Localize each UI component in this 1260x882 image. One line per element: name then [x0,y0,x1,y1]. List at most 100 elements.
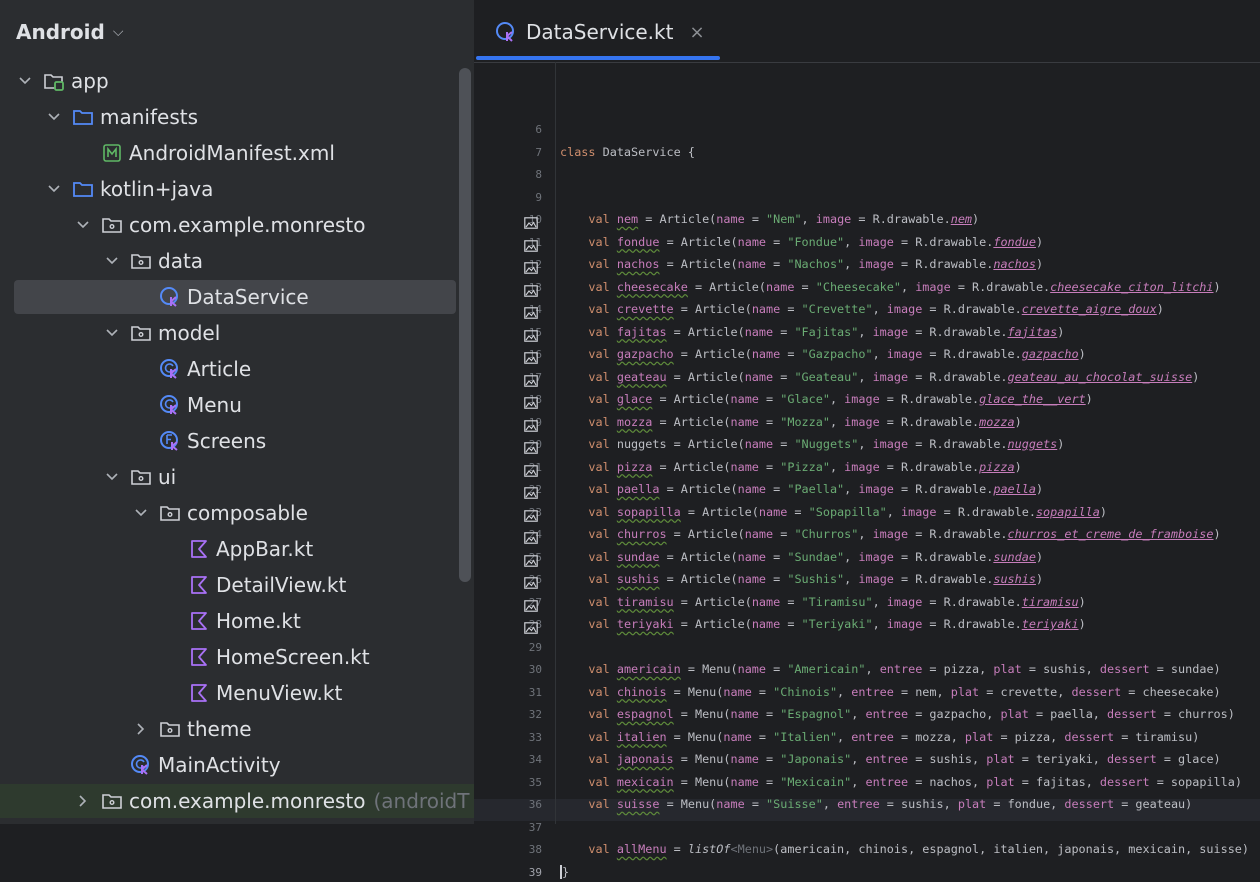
chevron-down-icon[interactable] [14,70,36,92]
code-line: val crevette = Article(name = "Crevette"… [588,302,1164,316]
tab-dataservice[interactable]: DataService.kt × [474,12,720,52]
code-line: val allMenu = listOf<Menu>(americain, ch… [588,842,1249,856]
project-view-title: Android [16,20,105,44]
code-line: val nem = Article(name = "Nem", image = … [588,212,980,226]
image-preview-icon[interactable] [524,462,538,477]
chevron-right-icon[interactable] [72,790,94,812]
image-preview-icon[interactable] [524,417,538,432]
kotlin-class-icon [158,357,182,381]
tree-item[interactable]: com.example.monresto (androidT [0,784,474,818]
kotlin-file-icon [187,681,211,705]
close-icon[interactable]: × [689,22,704,43]
tree-item[interactable]: Article [14,352,456,386]
kotlin-class-icon [158,393,182,417]
tree-item[interactable]: app [14,64,456,98]
chevron-down-icon[interactable] [43,178,65,200]
tree-item-label: Screens [187,429,267,453]
image-preview-icon[interactable] [524,349,538,364]
project-view-selector[interactable]: Android ⌵ [16,16,123,48]
line-number: 8 [535,168,542,181]
image-preview-icon[interactable] [524,372,538,387]
tree-item[interactable]: HomeScreen.kt [14,640,456,674]
line-number: 32 [528,708,542,721]
code-line: val suisse = Menu(name = "Suisse", entre… [588,797,1193,811]
image-preview-icon[interactable] [524,574,538,589]
tree-item[interactable]: model [14,316,456,350]
line-number: 34 [528,753,542,766]
tree-item[interactable]: MainActivity [14,748,456,782]
tree-item[interactable]: DataService [14,280,456,314]
image-preview-icon[interactable] [524,597,538,612]
tree-item[interactable]: Home.kt [14,604,456,638]
image-preview-icon[interactable] [524,507,538,522]
tree-item-label: HomeScreen.kt [216,645,370,669]
tree-item-label: app [71,69,109,93]
image-preview-icon[interactable] [524,439,538,454]
kotlin-file-icon [187,645,211,669]
chevron-down-icon[interactable] [101,466,123,488]
chevron-down-icon[interactable] [101,322,123,344]
package-icon [158,501,182,525]
tree-item[interactable]: theme [14,712,456,746]
code-line: val churros = Article(name = "Churros", … [588,527,1221,541]
tree-item[interactable]: com.example.monresto [14,208,456,242]
image-preview-icon[interactable] [524,237,538,252]
code-line: val glace = Article(name = "Glace", imag… [588,392,1093,406]
tree-item-label: Menu [187,393,242,417]
line-number: 39 [528,865,542,879]
tree-item[interactable]: manifests [14,100,456,134]
tree-item[interactable]: AppBar.kt [14,532,456,566]
tree-item-label: data [158,249,204,273]
tree-item-label: AppBar.kt [216,537,314,561]
tree-item[interactable]: data [14,244,456,278]
line-number: 29 [528,640,542,654]
line-number: 36 [528,798,542,811]
gutter-divider [555,62,556,824]
tree-item[interactable]: Screens [14,424,456,458]
tree-item[interactable]: AndroidManifest.xml [14,136,456,170]
tree-item[interactable]: composable [14,496,456,530]
chevron-down-icon[interactable] [101,250,123,272]
code-line: val gazpacho = Article(name = "Gazpacho"… [588,347,1086,361]
image-preview-icon[interactable] [524,327,538,342]
chevron-right-icon[interactable] [130,718,152,740]
kotlin-file-icon [187,537,211,561]
tree-item-label: manifests [100,105,198,129]
line-number: 30 [528,663,542,676]
code-line: val tiramisu = Article(name = "Tiramisu"… [588,594,1086,609]
image-preview-icon[interactable] [524,552,538,567]
code-editor: DataService.kt × 6 7 8 9 10 11 12 13 14 15 16 17 18 1… [474,0,1260,879]
tree-item[interactable]: kotlin+java [14,172,456,206]
chevron-down-icon[interactable] [72,214,94,236]
image-preview-icon[interactable] [524,619,538,634]
tree-item[interactable]: Menu [14,388,456,422]
package-icon [129,321,153,345]
chevron-down-icon[interactable] [43,106,65,128]
image-preview-icon[interactable] [524,529,538,544]
image-preview-icon[interactable] [524,304,538,319]
image-preview-icon[interactable] [524,394,538,409]
image-preview-icon[interactable] [524,282,538,297]
code-line: val nuggets = Article(name = "Nuggets", … [588,437,1065,451]
tree-item[interactable]: ui [14,460,456,494]
tree-item-label: composable [187,501,308,525]
image-preview-icon[interactable] [524,214,538,229]
project-panel: Android ⌵ app manifests AndroidManifest.xm… [0,0,474,824]
tree-item[interactable]: DetailView.kt [14,568,456,602]
tree-scrollbar[interactable] [459,68,471,582]
code-line: val americain = Menu(name = "Americain",… [588,662,1221,676]
tab-title: DataService.kt [526,20,674,44]
line-number: 35 [528,775,542,789]
chevron-down-icon[interactable] [130,502,152,524]
code-line: val pizza = Article(name = "Pizza", imag… [588,459,1022,474]
code-line: val nachos = Article(name = "Nachos", im… [588,257,1044,271]
code-line: val sushis = Article(name = "Sushis", im… [588,572,1044,586]
image-preview-icon[interactable] [524,259,538,274]
image-preview-icon[interactable] [524,484,538,499]
tree-item[interactable]: MenuView.kt [14,676,456,710]
